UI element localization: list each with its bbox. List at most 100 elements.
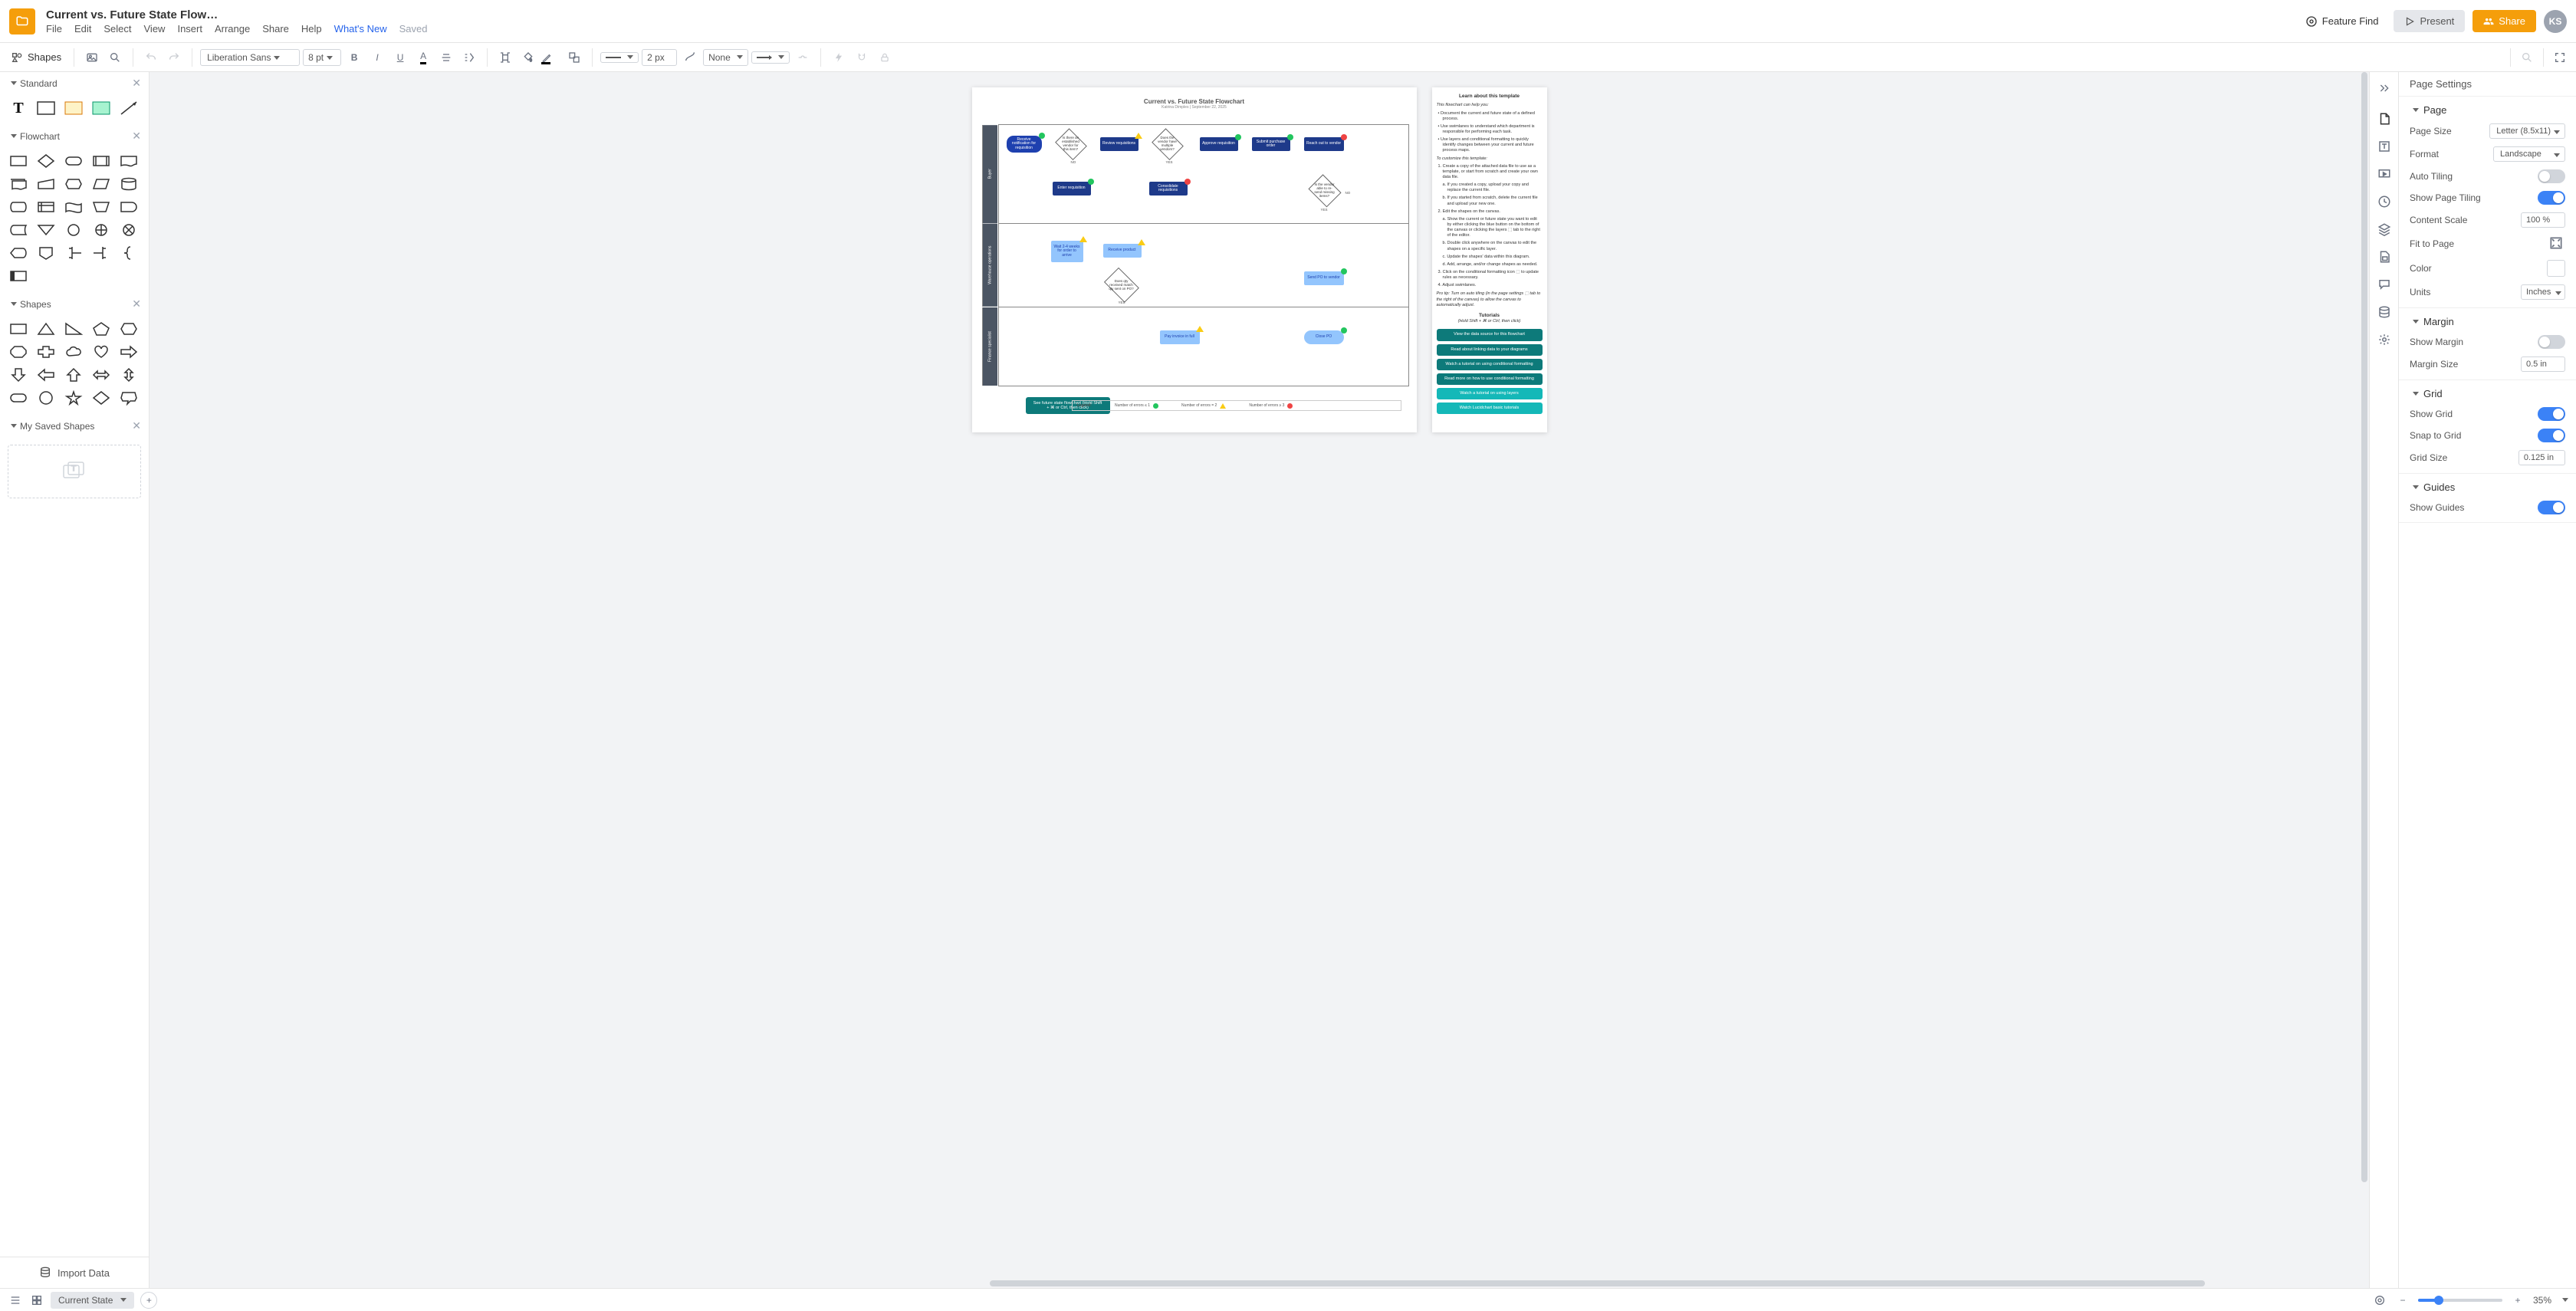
sh-heart[interactable] [90, 343, 112, 361]
fc-off-page[interactable] [35, 244, 57, 262]
section-head-grid[interactable]: Grid [2410, 388, 2565, 399]
section-header-shapes[interactable]: Shapes ✕ [0, 293, 149, 315]
fc-note-right[interactable] [63, 244, 84, 262]
menu-share[interactable]: Share [262, 23, 289, 34]
underline-button[interactable]: U [390, 48, 410, 67]
page-color-swatch[interactable] [2547, 260, 2565, 277]
ai-panel-icon[interactable] [2376, 331, 2393, 348]
block-shape[interactable] [90, 99, 112, 117]
fc-stored-data[interactable] [8, 221, 29, 239]
sh-rounded[interactable] [8, 389, 29, 407]
fc-multidoc[interactable] [8, 175, 29, 193]
swimlane-finance[interactable]: Finance specialist Pay invoice in full C… [999, 307, 1408, 386]
shapes-panel-toggle[interactable]: Shapes [6, 51, 66, 64]
feature-find-button[interactable]: Feature Find [2298, 11, 2387, 32]
rect-shape[interactable] [35, 99, 57, 117]
zoom-in-button[interactable]: + [2510, 1293, 2525, 1308]
add-page-button[interactable]: + [140, 1292, 157, 1309]
grid-size-input[interactable]: 0.125 in [2518, 450, 2565, 465]
node-review[interactable]: Review requisitions [1100, 137, 1138, 151]
data-panel-icon[interactable] [2376, 304, 2393, 320]
fc-internal-storage[interactable] [35, 198, 57, 216]
node-decision-resend[interactable]: Is the vendor able to re-send missing it… [1307, 177, 1342, 205]
show-page-tiling-toggle[interactable] [2538, 191, 2565, 205]
redo-button[interactable] [164, 48, 184, 67]
sh-rect[interactable] [8, 320, 29, 338]
present-panel-icon[interactable] [2376, 166, 2393, 182]
swimlane-container[interactable]: Buyer Receive notification for requisiti… [998, 124, 1409, 386]
sh-diamond[interactable] [90, 389, 112, 407]
section-header-saved[interactable]: My Saved Shapes ✕ [0, 415, 149, 437]
fc-preparation[interactable] [63, 175, 84, 193]
fc-data[interactable] [90, 175, 112, 193]
sh-arrow-up[interactable] [63, 366, 84, 384]
swimlane-buyer[interactable]: Buyer Receive notification for requisiti… [999, 125, 1408, 224]
fc-connector[interactable] [63, 221, 84, 239]
section-head-page[interactable]: Page [2410, 104, 2565, 116]
fc-document[interactable] [118, 152, 140, 170]
font-size-select[interactable]: 8 pt [303, 49, 341, 66]
collapse-panel-icon[interactable] [2376, 80, 2393, 97]
page-size-select[interactable]: Letter (8.5x11) [2489, 123, 2565, 139]
fc-paper-tape[interactable] [63, 198, 84, 216]
note-shape[interactable] [63, 99, 84, 117]
magnet-button[interactable] [852, 48, 872, 67]
fc-summing[interactable] [118, 221, 140, 239]
text-panel-icon[interactable] [2376, 138, 2393, 155]
fc-swimlane[interactable] [8, 267, 29, 285]
node-receive[interactable]: Receive product [1103, 244, 1142, 258]
sh-pentagon[interactable] [90, 320, 112, 338]
line-shape-button[interactable] [680, 48, 700, 67]
menu-insert[interactable]: Insert [177, 23, 202, 34]
fc-note-left[interactable] [90, 244, 112, 262]
fc-manual-input[interactable] [35, 175, 57, 193]
line-jump-button[interactable] [793, 48, 813, 67]
menu-view[interactable]: View [144, 23, 166, 34]
layers-panel-icon[interactable] [2376, 221, 2393, 238]
arrow-start-select[interactable]: None [703, 49, 748, 66]
fc-display[interactable] [8, 244, 29, 262]
node-decision-multi[interactable]: Does the vendor have multiple vendors? [1151, 131, 1184, 157]
node-start[interactable]: Receive notification for requisition [1007, 136, 1042, 153]
close-icon[interactable]: ✕ [132, 419, 141, 432]
node-send-po[interactable]: Send PO to vendor [1304, 271, 1344, 285]
sh-circle[interactable] [35, 389, 57, 407]
fc-direct-data[interactable] [8, 198, 29, 216]
fc-delay[interactable] [118, 198, 140, 216]
line-shape[interactable] [118, 99, 140, 117]
sh-hexagon[interactable] [118, 320, 140, 338]
shape-options-button[interactable] [564, 48, 584, 67]
fc-terminator[interactable] [63, 152, 84, 170]
line-width-input[interactable]: 2 px [642, 49, 677, 66]
page-tab-current[interactable]: Current State [51, 1292, 134, 1309]
zoom-value[interactable]: 35% [2533, 1295, 2551, 1306]
show-guides-toggle[interactable] [2538, 501, 2565, 514]
zoom-out-button[interactable]: − [2395, 1293, 2410, 1308]
content-scale-input[interactable]: 100 % [2521, 212, 2565, 228]
section-header-flowchart[interactable]: Flowchart ✕ [0, 125, 149, 147]
search-button[interactable] [105, 48, 125, 67]
sh-star[interactable] [63, 389, 84, 407]
node-pay-invoice[interactable]: Pay invoice in full [1160, 330, 1200, 344]
sh-triangle[interactable] [35, 320, 57, 338]
section-header-standard[interactable]: Standard ✕ [0, 72, 149, 94]
margin-size-input[interactable]: 0.5 in [2521, 356, 2565, 372]
node-decision-vendor[interactable]: Is there an established vendor for this … [1054, 131, 1088, 157]
snap-to-grid-toggle[interactable] [2538, 429, 2565, 442]
menu-edit[interactable]: Edit [74, 23, 91, 34]
align-button[interactable] [436, 48, 456, 67]
swimlane-warehouse[interactable]: Warehouse operations Wait 2-4 weeks for … [999, 224, 1408, 307]
tut-btn-0[interactable]: View the data source for this flowchart [1437, 329, 1543, 340]
text-color-button[interactable]: A [413, 48, 433, 67]
fc-brace[interactable] [118, 244, 140, 262]
insert-image-button[interactable] [82, 48, 102, 67]
tut-btn-1[interactable]: Read about linking data to your diagrams [1437, 344, 1543, 356]
present-button[interactable]: Present [2394, 10, 2465, 32]
share-button[interactable]: Share [2472, 10, 2536, 32]
fc-process[interactable] [8, 152, 29, 170]
font-family-select[interactable]: Liberation Sans [200, 49, 300, 66]
fill-color-button[interactable] [518, 48, 538, 67]
sh-cloud[interactable] [63, 343, 84, 361]
node-wait[interactable]: Wait 2-4 weeks for order to arrive [1051, 241, 1083, 262]
zoom-slider[interactable] [2418, 1299, 2502, 1302]
